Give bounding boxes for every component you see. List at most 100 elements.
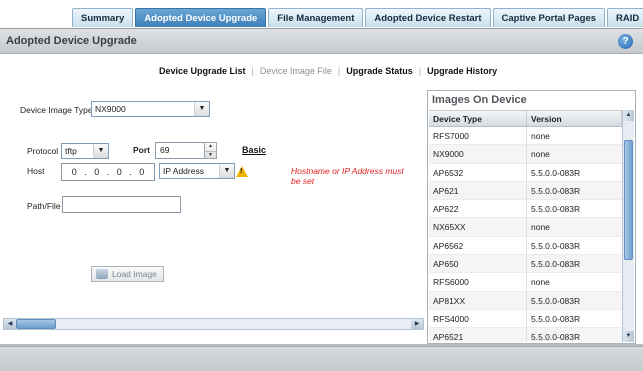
cell-device-type: AP621 (429, 181, 527, 200)
cell-device-type: AP622 (429, 200, 527, 218)
ip-dot: . (129, 167, 132, 177)
path-file-input[interactable] (62, 196, 181, 213)
scroll-down-icon[interactable]: ▼ (623, 331, 634, 342)
horizontal-scrollbar[interactable]: ◀ ▶ (3, 318, 424, 330)
cell-device-type: AP6532 (429, 163, 527, 181)
host-label: Host (27, 166, 45, 176)
ip-octet-4[interactable]: 0 (139, 167, 144, 177)
column-header-version[interactable]: Version (527, 111, 622, 126)
cell-version: none (531, 277, 550, 288)
sub-navigation: Device Upgrade List | Device Image File … (159, 66, 497, 76)
host-type-select[interactable]: IP Address ▼ (159, 163, 235, 179)
cell-version: none (531, 131, 550, 141)
table-row[interactable]: AP650 5.5.0.0-083R (429, 255, 622, 274)
top-tab-bar: Summary Adopted Device Upgrade File Mana… (0, 0, 643, 28)
tab-file-management[interactable]: File Management (268, 8, 364, 27)
scroll-left-icon[interactable]: ◀ (4, 319, 16, 329)
table-row[interactable]: AP6532 5.5.0.0-083R (429, 163, 622, 182)
basic-link[interactable]: Basic (242, 145, 266, 155)
cell-version: 5.5.0.0-083R (531, 185, 581, 196)
chevron-down-icon: ▼ (194, 102, 209, 116)
tab-summary[interactable]: Summary (72, 8, 134, 27)
port-label: Port (133, 145, 150, 155)
cell-version: 5.5.0.0-083R (531, 295, 581, 306)
subnav-upgrade-status[interactable]: Upgrade Status (346, 66, 413, 76)
port-stepper[interactable]: ▲ ▼ (204, 142, 217, 159)
tab-strip: Summary Adopted Device Upgrade File Mana… (72, 8, 643, 27)
cell-version: none (531, 222, 550, 233)
subnav-upgrade-history[interactable]: Upgrade History (427, 66, 497, 76)
table-row[interactable]: NX9000 none (429, 145, 622, 164)
ip-dot: . (106, 167, 110, 177)
vertical-scrollbar[interactable]: ▲ ▼ (622, 110, 634, 342)
table-row[interactable]: NX65XX none (429, 218, 622, 237)
page-header: Adopted Device Upgrade ? (0, 28, 643, 54)
ip-dot: . (84, 167, 87, 177)
table-row[interactable]: RFS4000 5.5.0.0-083R (429, 309, 622, 329)
subnav-separator: | (251, 66, 254, 76)
tab-adopted-device-restart[interactable]: Adopted Device Restart (365, 8, 491, 27)
protocol-value: tftp (65, 146, 77, 156)
device-image-type-select[interactable]: NX9000 ▼ (91, 101, 210, 117)
footer-bar (0, 346, 643, 371)
cell-device-type: AP6521 (429, 328, 527, 342)
scrollbar-thumb[interactable] (16, 319, 56, 329)
table-row[interactable]: RFS6000 none (429, 273, 622, 292)
help-icon[interactable]: ? (618, 34, 633, 49)
subnav-separator: | (337, 66, 341, 76)
table-row[interactable]: AP6521 5.5.0.0-083R (429, 328, 622, 342)
protocol-select[interactable]: tftp ▼ (61, 143, 109, 159)
path-file-label: Path/File (27, 201, 61, 211)
cell-device-type: RFS6000 (429, 273, 527, 291)
cell-version: 5.5.0.0-083R (531, 259, 581, 270)
cell-device-type: RFS4000 (429, 309, 527, 328)
images-on-device-panel: Images On Device Device Type Version RFS… (427, 90, 636, 344)
chevron-down-icon: ▼ (219, 164, 234, 178)
scroll-right-icon[interactable]: ▶ (411, 319, 423, 329)
table-row[interactable]: RFS7000 none (429, 127, 622, 146)
page-title: Adopted Device Upgrade (6, 35, 137, 47)
scroll-up-icon[interactable]: ▲ (623, 110, 634, 121)
subnav-device-upgrade-list[interactable]: Device Upgrade List (159, 66, 246, 76)
host-type-value: IP Address (163, 166, 204, 176)
device-image-type-value: NX9000 (95, 104, 126, 114)
load-image-button[interactable]: Load Image (91, 266, 164, 282)
ip-octet-1[interactable]: 0 (72, 167, 77, 177)
table-header: Device Type Version (429, 110, 622, 127)
column-header-device-type[interactable]: Device Type (429, 111, 527, 126)
tab-adopted-device-upgrade[interactable]: Adopted Device Upgrade (135, 8, 267, 27)
port-input[interactable]: 69 (155, 142, 205, 159)
cell-device-type: RFS7000 (429, 127, 527, 145)
table-row[interactable]: AP622 5.5.0.0-083R (429, 200, 622, 219)
table-row[interactable]: AP81XX 5.5.0.0-083R (429, 291, 622, 310)
cell-device-type: NX65XX (429, 218, 527, 236)
load-image-label: Load Image (112, 269, 157, 279)
ip-octet-2[interactable]: 0 (94, 167, 99, 177)
cell-version: none (531, 149, 550, 160)
warning-message: Hostname or IP Address must be set (291, 166, 404, 186)
subnav-separator: | (418, 66, 422, 76)
upload-icon (96, 269, 108, 279)
host-ip-input[interactable]: 0 . 0 . 0 . 0 (61, 163, 155, 181)
table-row[interactable]: AP6562 5.5.0.0-083R (429, 236, 622, 256)
main-content: Device Upgrade List | Device Image File … (0, 54, 643, 344)
stepper-down-icon[interactable]: ▼ (205, 150, 216, 159)
table-row[interactable]: AP621 5.5.0.0-083R (429, 181, 622, 201)
scrollbar-thumb[interactable] (624, 140, 633, 260)
cell-version: 5.5.0.0-083R (531, 332, 581, 342)
protocol-label: Protocol (27, 146, 59, 156)
subnav-device-image-file[interactable]: Device Image File (260, 66, 332, 76)
cell-device-type: AP81XX (429, 291, 527, 309)
images-table: Device Type Version RFS7000 none NX9000 no… (429, 110, 622, 342)
chevron-down-icon: ▼ (93, 144, 108, 158)
stepper-up-icon[interactable]: ▲ (205, 143, 216, 151)
tab-captive-portal-pages[interactable]: Captive Portal Pages (492, 8, 606, 27)
cell-device-type: AP6562 (429, 236, 527, 255)
cell-version: 5.5.0.0-083R (531, 240, 581, 251)
tab-raid[interactable]: RAID (607, 8, 643, 27)
cell-version: 5.5.0.0-083R (531, 167, 581, 178)
cell-device-type: AP650 (429, 255, 527, 273)
cell-version: 5.5.0.0-083R (531, 204, 581, 215)
ip-octet-3[interactable]: 0 (117, 167, 122, 177)
device-image-type-label: Device Image Type (20, 105, 93, 115)
